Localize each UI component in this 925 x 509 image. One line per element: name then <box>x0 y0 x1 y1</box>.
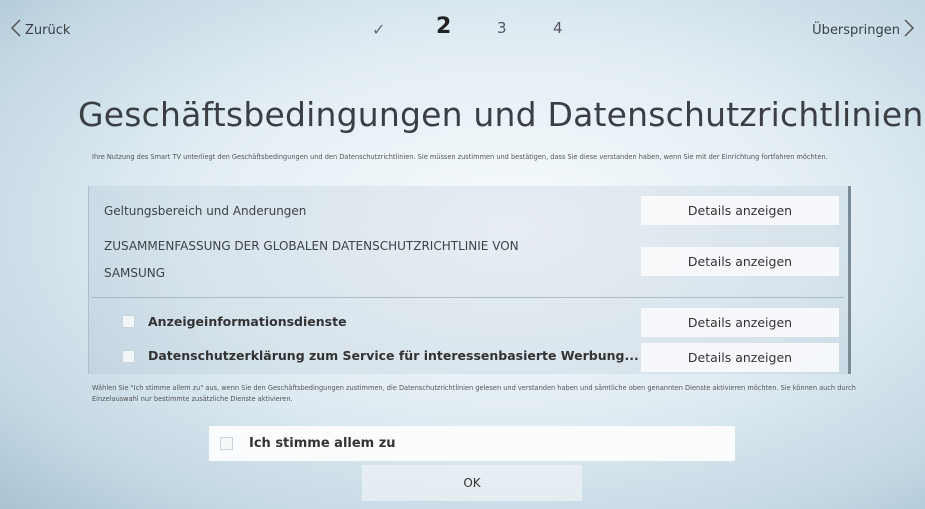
skip-button[interactable]: Überspringen <box>812 18 915 42</box>
agree-all-checkbox[interactable] <box>220 437 233 450</box>
terms-scrollbar[interactable] <box>848 186 851 374</box>
details-button-scope[interactable]: Details anzeigen <box>641 196 839 225</box>
checkbox-ad-info[interactable] <box>122 315 135 328</box>
divider <box>92 297 844 298</box>
step-current: 2 <box>436 14 452 39</box>
step-indicator: ✓ 2 3 4 <box>0 14 925 44</box>
page-title: Geschäftsbedingungen und Datenschutzrich… <box>78 95 924 134</box>
top-navigation: Zurück ✓ 2 3 4 Überspringen <box>0 0 925 60</box>
terms-item-scope-label: Geltungsbereich und Anderungen <box>104 204 307 218</box>
optional-item-interest-ads-label: Datenschutzerklärung zum Service für int… <box>148 348 639 363</box>
checkbox-interest-ads[interactable] <box>122 350 135 363</box>
terms-item-privacy-label-line2: SAMSUNG <box>104 266 166 280</box>
details-button-interest-ads[interactable]: Details anzeigen <box>641 343 839 372</box>
optional-item-ad-info-label: Anzeigeinformationsdienste <box>148 314 347 329</box>
intro-text: Ihre Nutzung des Smart TV unterliegt den… <box>92 153 828 161</box>
details-button-privacy[interactable]: Details anzeigen <box>641 247 839 276</box>
step-completed-check-icon: ✓ <box>372 20 386 39</box>
chevron-right-icon <box>900 18 915 42</box>
skip-label: Überspringen <box>812 22 900 38</box>
step-3: 3 <box>497 19 507 37</box>
agree-all-label: Ich stimme allem zu <box>249 436 396 451</box>
step-4: 4 <box>553 19 563 37</box>
agree-all-option[interactable]: Ich stimme allem zu <box>209 426 735 461</box>
ok-button[interactable]: OK <box>362 465 582 501</box>
terms-item-privacy-label-line1: ZUSAMMENFASSUNG DER GLOBALEN DATENSCHUTZ… <box>104 239 519 253</box>
agree-note: Wählen Sie "Ich stimme allem zu" aus, we… <box>92 384 856 403</box>
details-button-ad-info[interactable]: Details anzeigen <box>641 308 839 337</box>
